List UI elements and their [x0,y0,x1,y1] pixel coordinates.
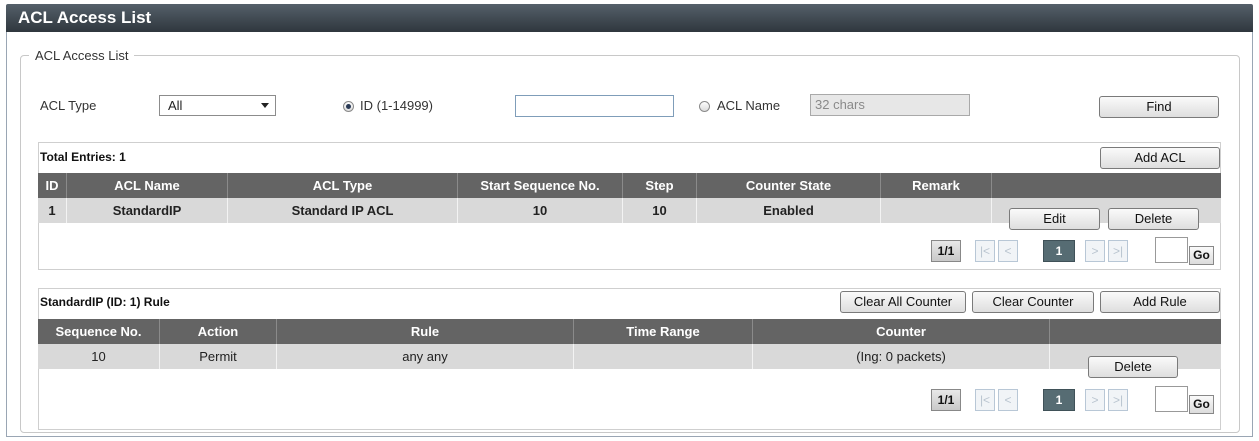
acl-type-select[interactable]: All [159,95,276,116]
cell-id: 1 [38,198,67,223]
col-counter-state: Counter State [696,173,881,198]
edit-button[interactable]: Edit [1009,208,1100,230]
col-start-seq: Start Sequence No. [457,173,623,198]
rule-first-page-button[interactable]: |< [975,389,995,411]
cell-acl-name: StandardIP [66,198,228,223]
col-time-range: Time Range [573,319,753,344]
total-entries-label: Total Entries: 1 [40,150,126,164]
cell-time-range [573,344,753,369]
col-step: Step [622,173,697,198]
delete-acl-button[interactable]: Delete [1108,208,1199,230]
group-legend: ACL Access List [35,48,129,63]
rule-section-title: StandardIP (ID: 1) Rule [40,295,170,309]
cell-action: Permit [159,344,277,369]
col-action: Action [159,319,277,344]
acl-table-header: ID ACL Name ACL Type Start Sequence No. … [38,173,1221,198]
rule-last-page-button[interactable]: >| [1108,389,1128,411]
rule-table-header: Sequence No. Action Rule Time Range Coun… [38,319,1221,344]
add-acl-button[interactable]: Add ACL [1100,147,1220,169]
cell-remark [880,198,992,223]
rule-next-page-button[interactable]: > [1085,389,1105,411]
acl-type-value: All [168,98,183,113]
prev-page-button[interactable]: < [998,240,1018,262]
col-acl-name: ACL Name [66,173,228,198]
first-page-button[interactable]: |< [975,240,995,262]
acl-name-input[interactable]: 32 chars [810,94,970,116]
table-row: 10 Permit any any (Ing: 0 packets) [38,344,1221,369]
rule-prev-page-button[interactable]: < [998,389,1018,411]
cell-counter-state: Enabled [696,198,881,223]
col-rule-actions [1049,319,1221,344]
col-rule: Rule [276,319,574,344]
cell-sequence-no: 10 [38,344,160,369]
col-id: ID [38,173,67,198]
col-actions [991,173,1221,198]
rule-current-page[interactable]: 1 [1043,389,1075,411]
go-button[interactable]: Go [1189,246,1214,265]
rule-table: Sequence No. Action Rule Time Range Coun… [38,319,1221,369]
acl-name-radio-label: ACL Name [717,98,781,113]
acl-type-label: ACL Type [40,98,97,113]
acl-name-radio[interactable] [699,101,710,112]
col-remark: Remark [880,173,992,198]
delete-rule-button[interactable]: Delete [1088,356,1178,378]
acl-id-input[interactable] [515,95,674,117]
find-button[interactable]: Find [1099,96,1219,118]
cell-acl-type: Standard IP ACL [227,198,458,223]
cell-start-seq: 10 [457,198,623,223]
cell-rule: any any [276,344,574,369]
clear-all-counter-button[interactable]: Clear All Counter [840,291,966,313]
chevron-down-icon [261,103,269,108]
window-title: ACL Access List [6,4,1253,32]
col-counter: Counter [752,319,1050,344]
cell-counter: (Ing: 0 packets) [752,344,1050,369]
page-total: 1/1 [931,240,961,262]
cell-step: 10 [622,198,697,223]
add-rule-button[interactable]: Add Rule [1100,291,1220,313]
id-radio[interactable] [343,101,354,112]
page-number-input[interactable] [1155,237,1188,263]
clear-counter-button[interactable]: Clear Counter [972,291,1094,313]
last-page-button[interactable]: >| [1108,240,1128,262]
id-radio-label: ID (1-14999) [360,98,433,113]
col-sequence-no: Sequence No. [38,319,160,344]
col-acl-type: ACL Type [227,173,458,198]
current-page[interactable]: 1 [1043,240,1075,262]
rule-page-total: 1/1 [931,389,961,411]
next-page-button[interactable]: > [1085,240,1105,262]
rule-page-number-input[interactable] [1155,386,1188,412]
rule-go-button[interactable]: Go [1189,395,1214,414]
